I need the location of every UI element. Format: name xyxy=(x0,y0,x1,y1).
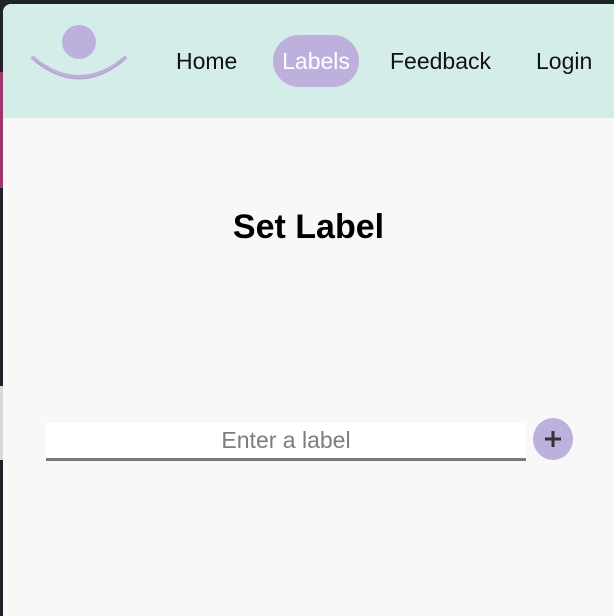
app-window: Home Labels Feedback Login Set Label xyxy=(3,4,614,616)
add-label-button[interactable] xyxy=(533,418,573,460)
label-input[interactable] xyxy=(46,423,526,461)
smile-logo-icon[interactable] xyxy=(27,24,131,84)
page-title: Set Label xyxy=(232,208,385,246)
browser-frame: Home Labels Feedback Login Set Label xyxy=(0,0,614,616)
nav-link-home[interactable]: Home xyxy=(176,35,237,87)
plus-icon xyxy=(545,431,561,447)
navbar: Home Labels Feedback Login xyxy=(3,4,614,118)
label-form xyxy=(46,418,586,463)
nav-link-feedback[interactable]: Feedback xyxy=(390,35,491,87)
nav-link-login[interactable]: Login xyxy=(536,35,592,87)
nav-link-labels[interactable]: Labels xyxy=(273,35,359,87)
